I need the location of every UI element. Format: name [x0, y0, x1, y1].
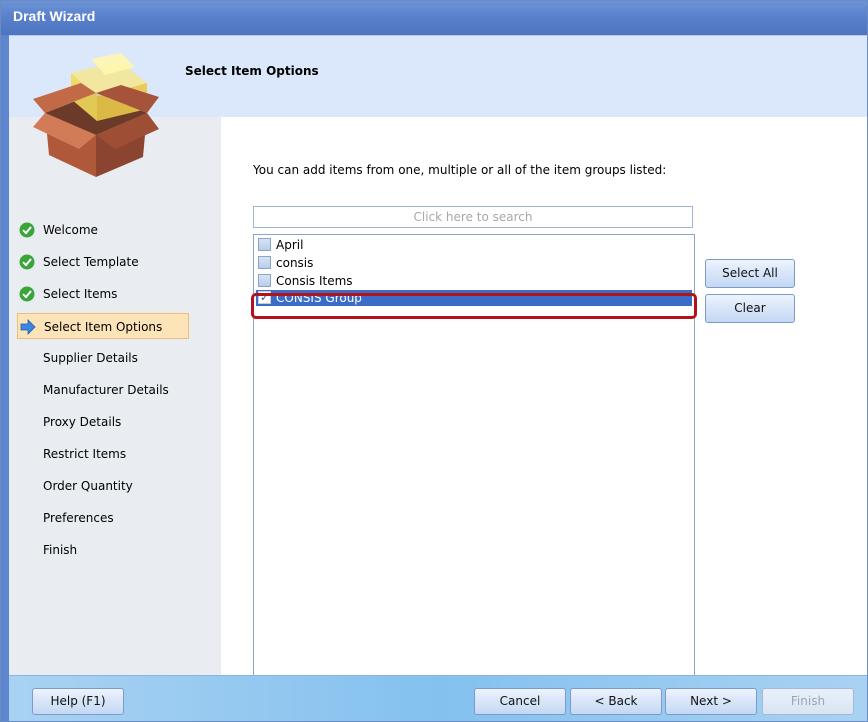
arrow-right-icon: [20, 319, 36, 335]
page-title: Select Item Options: [185, 64, 319, 78]
finish-button-label: Finish: [790, 694, 826, 708]
finish-button[interactable]: Finish: [762, 688, 854, 715]
step-finish[interactable]: Finish: [17, 537, 189, 563]
check-circle-icon: [19, 286, 35, 302]
step-preferences[interactable]: Preferences: [17, 505, 189, 531]
step-label: Supplier Details: [43, 351, 138, 365]
checkbox[interactable]: [258, 256, 271, 269]
search-input[interactable]: Click here to search: [253, 206, 693, 228]
cancel-button[interactable]: Cancel: [474, 688, 566, 715]
wizard-footer: Help (F1) Cancel < Back Next > Finish: [9, 675, 867, 721]
clear-button[interactable]: Clear: [705, 294, 795, 323]
step-supplier-details[interactable]: Supplier Details: [17, 345, 189, 371]
step-label: Order Quantity: [43, 479, 133, 493]
list-item[interactable]: April: [256, 237, 692, 253]
selection-highlight-annotation: [251, 293, 697, 319]
title-bar[interactable]: Draft Wizard: [1, 1, 867, 35]
step-label: Proxy Details: [43, 415, 122, 429]
cancel-button-label: Cancel: [499, 694, 541, 708]
next-button-label: Next >: [690, 694, 732, 708]
step-select-template[interactable]: Select Template: [17, 249, 189, 275]
step-label: Select Items: [43, 287, 118, 301]
step-select-item-options[interactable]: Select Item Options: [17, 313, 189, 339]
step-label: Select Template: [43, 255, 139, 269]
window-left-border: [1, 35, 9, 721]
package-box-icon: [33, 53, 159, 177]
step-label: Select Item Options: [44, 320, 163, 334]
step-label: Manufacturer Details: [43, 383, 169, 397]
step-manufacturer-details[interactable]: Manufacturer Details: [17, 377, 189, 403]
step-welcome[interactable]: Welcome: [17, 217, 189, 243]
item-group-label: April: [276, 238, 304, 252]
list-item[interactable]: Consis Items: [256, 273, 692, 289]
draft-wizard-window: Draft Wizard Select Item Options Welcome: [0, 0, 868, 722]
check-circle-icon: [19, 254, 35, 270]
help-button[interactable]: Help (F1): [32, 688, 124, 715]
step-label: Restrict Items: [43, 447, 127, 461]
select-all-button[interactable]: Select All: [705, 259, 795, 288]
help-button-label: Help (F1): [50, 694, 106, 708]
step-label: Finish: [43, 543, 78, 557]
back-button-label: < Back: [594, 694, 638, 708]
step-label: Welcome: [43, 223, 98, 237]
back-button[interactable]: < Back: [570, 688, 662, 715]
step-label: Preferences: [43, 511, 114, 525]
next-button[interactable]: Next >: [665, 688, 757, 715]
item-group-label: Consis Items: [276, 274, 353, 288]
checkbox[interactable]: [258, 238, 271, 251]
window-title: Draft Wizard: [13, 8, 96, 24]
check-circle-icon: [19, 222, 35, 238]
wizard-content: You can add items from one, multiple or …: [221, 117, 867, 680]
step-proxy-details[interactable]: Proxy Details: [17, 409, 189, 435]
item-group-label: consis: [276, 256, 314, 270]
step-select-items[interactable]: Select Items: [17, 281, 189, 307]
step-restrict-items[interactable]: Restrict Items: [17, 441, 189, 467]
list-item[interactable]: consis: [256, 255, 692, 271]
instruction-text: You can add items from one, multiple or …: [253, 163, 667, 177]
wizard-steps-sidebar: Welcome Select Template Select Items Sel…: [9, 53, 221, 675]
checkbox[interactable]: [258, 274, 271, 287]
step-order-quantity[interactable]: Order Quantity: [17, 473, 189, 499]
